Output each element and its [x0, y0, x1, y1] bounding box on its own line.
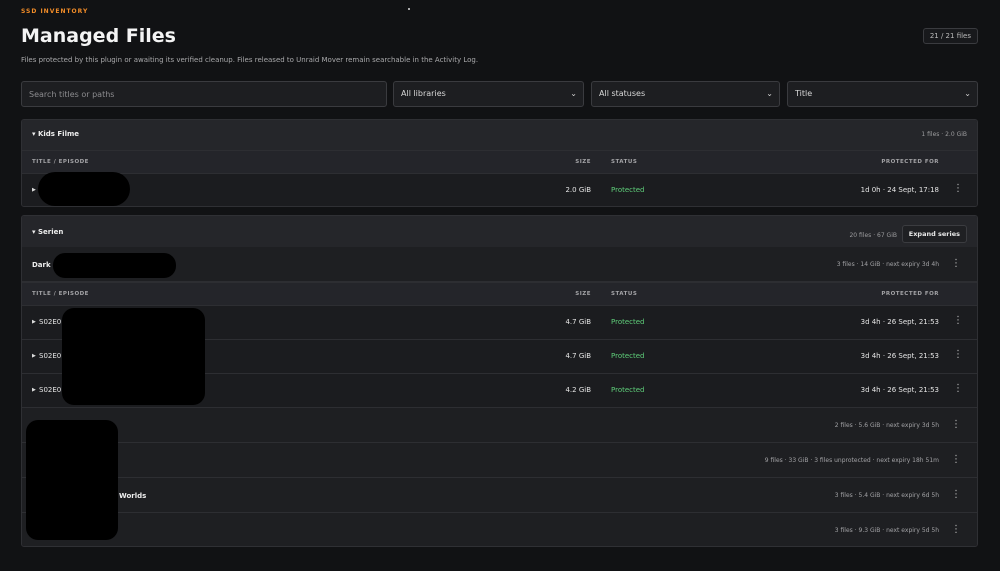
episode-title: S02E0: [39, 386, 62, 394]
caret-right-icon[interactable]: ▶: [32, 319, 36, 325]
series-meta: 3 files · 14 GiB · next expiry 3d 4h: [836, 261, 939, 268]
file-size: 4.7 GiB: [565, 318, 591, 326]
search-input[interactable]: [21, 81, 387, 107]
series-row[interactable]: Worlds 3 files · 5.4 GiB · next expiry 6…: [22, 478, 977, 513]
caret-down-icon: ▾: [32, 228, 36, 236]
column-title: TITLE / EPISODE: [32, 291, 89, 297]
episode-title: S02E0: [39, 352, 62, 360]
protected-for: 1d 0h · 24 Sept, 17:18: [860, 186, 939, 194]
column-size: SIZE: [575, 291, 591, 297]
episode-title: S02E0: [39, 318, 62, 326]
kebab-menu-icon[interactable]: ⋮: [953, 350, 963, 360]
kebab-menu-icon[interactable]: ⋮: [951, 525, 961, 535]
file-size: 4.2 GiB: [565, 386, 591, 394]
status-select[interactable]: All statuses ⌄: [591, 81, 780, 107]
file-row[interactable]: ▶ 2.0 GiB Protected 1d 0h · 24 Sept, 17:…: [22, 174, 977, 206]
protected-for: 3d 4h · 26 Sept, 21:53: [860, 352, 939, 360]
caret-down-icon: ▾: [32, 130, 36, 138]
series-row[interactable]: 9 files · 33 GiB · 3 files unprotected ·…: [22, 443, 977, 478]
caret-right-icon[interactable]: ▶: [32, 387, 36, 393]
status-badge: Protected: [611, 318, 645, 326]
column-protected-for: PROTECTED FOR: [881, 291, 939, 297]
group-label: Kids Filme: [37, 130, 80, 138]
library-group-name: ▾ Serien: [32, 228, 63, 236]
status-badge: Protected: [611, 352, 645, 360]
file-size: 2.0 GiB: [565, 186, 591, 194]
page-subtitle: Files protected by this plugin or awaiti…: [21, 56, 479, 64]
redaction-block: [38, 172, 130, 206]
library-group-name: ▾ Kids Filme: [32, 130, 79, 138]
kebab-menu-icon[interactable]: ⋮: [953, 384, 963, 394]
column-header: TITLE / EPISODE SIZE STATUS PROTECTED FO…: [22, 282, 977, 306]
kebab-menu-icon[interactable]: ⋮: [953, 184, 963, 194]
series-meta: 2 files · 5.6 GiB · next expiry 3d 5h: [834, 422, 939, 429]
chevron-down-icon: ⌄: [964, 89, 971, 98]
series-row[interactable]: 3 files · 9.3 GiB · next expiry 5d 5h ⋮: [22, 513, 977, 546]
library-group-header[interactable]: ▾ Serien 20 files · 67 GiB Expand series: [22, 216, 977, 247]
column-title: TITLE / EPISODE: [32, 159, 89, 165]
column-size: SIZE: [575, 159, 591, 165]
section-eyebrow: SSD INVENTORY: [21, 8, 89, 15]
decorative-dot: [408, 8, 410, 10]
sort-select-value: Title: [795, 89, 813, 98]
library-select[interactable]: All libraries ⌄: [393, 81, 584, 107]
series-meta: 3 files · 9.3 GiB · next expiry 5d 5h: [834, 527, 939, 534]
redaction-block: [62, 308, 205, 405]
status-select-value: All statuses: [599, 89, 646, 98]
library-group-kids-filme: ▾ Kids Filme 1 files · 2.0 GiB TITLE / E…: [21, 119, 978, 207]
group-label: Serien: [37, 228, 64, 236]
chevron-down-icon: ⌄: [766, 89, 773, 98]
redaction-block: [53, 253, 176, 278]
filter-bar: All libraries ⌄ All statuses ⌄ Title ⌄: [21, 81, 978, 107]
library-group-meta: 20 files · 67 GiB: [849, 232, 897, 239]
column-header: TITLE / EPISODE SIZE STATUS PROTECTED FO…: [22, 150, 977, 174]
kebab-menu-icon[interactable]: ⋮: [951, 455, 961, 465]
protected-for: 3d 4h · 26 Sept, 21:53: [860, 386, 939, 394]
file-count-badge: 21 / 21 files: [922, 28, 978, 44]
protected-for: 3d 4h · 26 Sept, 21:53: [860, 318, 939, 326]
kebab-menu-icon[interactable]: ⋮: [951, 490, 961, 500]
status-badge: Protected: [611, 386, 645, 394]
kebab-menu-icon[interactable]: ⋮: [951, 420, 961, 430]
library-group-meta: 1 files · 2.0 GiB: [921, 131, 967, 138]
series-row[interactable]: 2 files · 5.6 GiB · next expiry 3d 5h ⋮: [22, 408, 977, 443]
caret-right-icon[interactable]: ▶: [32, 353, 36, 359]
status-badge: Protected: [611, 186, 645, 194]
library-select-value: All libraries: [401, 89, 446, 98]
series-title: Dark: [32, 261, 51, 269]
series-meta: 3 files · 5.4 GiB · next expiry 6d 5h: [834, 492, 939, 499]
kebab-menu-icon[interactable]: ⋮: [953, 316, 963, 326]
column-status: STATUS: [611, 291, 638, 297]
caret-right-icon[interactable]: ▶: [32, 187, 36, 193]
kebab-menu-icon[interactable]: ⋮: [951, 259, 961, 269]
series-meta: 9 files · 33 GiB · 3 files unprotected ·…: [764, 457, 939, 464]
sort-select[interactable]: Title ⌄: [787, 81, 978, 107]
chevron-down-icon: ⌄: [570, 89, 577, 98]
library-group-header[interactable]: ▾ Kids Filme 1 files · 2.0 GiB: [22, 120, 977, 150]
column-protected-for: PROTECTED FOR: [881, 159, 939, 165]
series-title: Worlds: [119, 492, 147, 500]
page-title: Managed Files: [21, 25, 176, 47]
redaction-block: [26, 420, 118, 540]
expand-series-button[interactable]: Expand series: [901, 225, 967, 243]
file-size: 4.7 GiB: [565, 352, 591, 360]
column-status: STATUS: [611, 159, 638, 165]
library-group-serien: ▾ Serien 20 files · 67 GiB Expand series…: [21, 215, 978, 547]
